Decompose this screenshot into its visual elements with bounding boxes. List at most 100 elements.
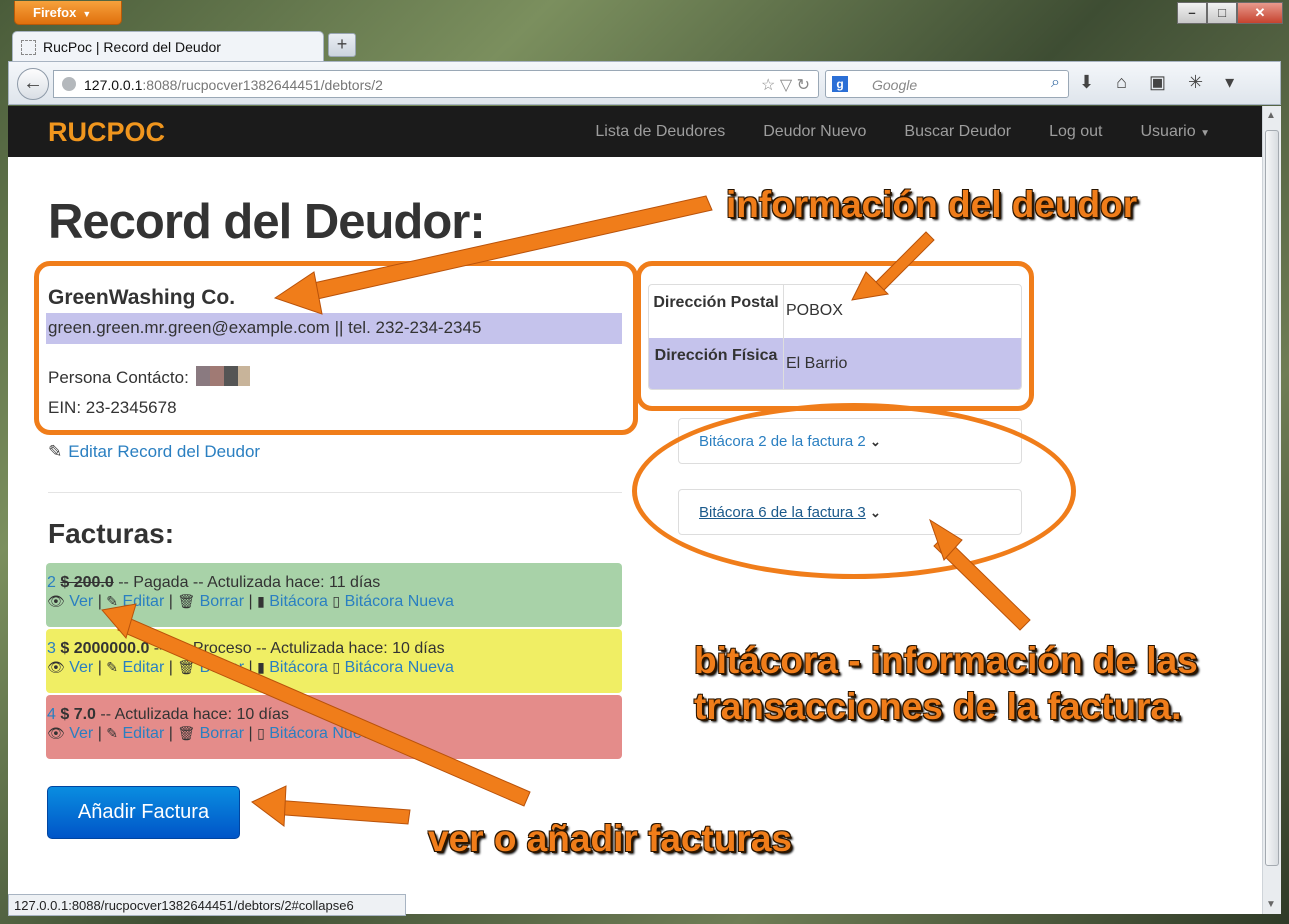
invoice-row: 4 $ 7.0 -- Actulizada hace: 10 días 👁 Ve…	[46, 695, 622, 759]
nav-new-debtor[interactable]: Deudor Nuevo	[763, 123, 866, 141]
eye-icon: 👁	[47, 659, 65, 675]
invoice-amount: $ 200.0	[60, 574, 114, 591]
search-icon[interactable]: ⌕	[1051, 74, 1060, 92]
invoice-number[interactable]: 3	[47, 640, 56, 657]
firefox-menu-label: Firefox	[33, 5, 77, 20]
bookmark-star-icon[interactable]: ☆	[761, 77, 775, 94]
page-title: Record del Deudor:	[48, 195, 486, 249]
edit-icon: ✎	[106, 725, 119, 741]
invoice-actions: 👁 Ver | ✎ Editar | 🗑 Borrar | ▮ Bitácora…	[47, 659, 454, 676]
nav-debtor-list[interactable]: Lista de Deudores	[595, 123, 725, 141]
addon-icon[interactable]: ✳	[1188, 72, 1203, 93]
caret-down-icon: ▼	[1200, 128, 1210, 139]
delete-invoice-link[interactable]: Borrar	[200, 659, 244, 676]
eye-icon: 👁	[47, 725, 65, 741]
book-icon: ▮	[257, 593, 265, 609]
invoice-status: -- Actulizada hace: 10 días	[95, 706, 289, 723]
globe-icon	[62, 77, 76, 91]
invoice-status: -- Pagada -- Actulizada hace: 11 días	[113, 574, 381, 591]
url-bar-tools: ☆ ▽ ↻	[761, 75, 810, 95]
new-log-link[interactable]: Bitácora Nueva	[269, 725, 378, 742]
page-icon	[21, 40, 36, 55]
bookmarks-icon[interactable]: ▣	[1149, 72, 1166, 93]
delete-invoice-link[interactable]: Borrar	[200, 593, 244, 610]
file-icon: ▯	[332, 593, 341, 609]
window-controls: – □ ✕	[1177, 2, 1283, 24]
toolbar-icons: ⬇ ⌂ ▣ ✳ ▾	[1079, 72, 1234, 93]
annotation-ellipse-logs	[632, 403, 1076, 579]
search-bar[interactable]: g Google ⌕	[825, 70, 1069, 98]
delete-invoice-link[interactable]: Borrar	[200, 725, 244, 742]
chevron-down-icon: ▼	[82, 9, 92, 19]
file-icon: ▯	[332, 659, 341, 675]
nav-search-debtor[interactable]: Buscar Deudor	[904, 123, 1011, 141]
reload-icon[interactable]: ↻	[797, 77, 810, 94]
invoice-row: 3 $ 2000000.0 -- En Proceso -- Actulizad…	[46, 629, 622, 693]
annotation-log-info-line1: bitácora - información de las	[694, 640, 1198, 681]
book-icon: ▮	[257, 659, 265, 675]
invoice-actions: 👁 Ver | ✎ Editar | 🗑 Borrar | ▮ Bitácora…	[47, 593, 454, 610]
edit-invoice-link[interactable]: Editar	[122, 659, 164, 676]
new-tab-button[interactable]: +	[328, 33, 356, 57]
new-log-link[interactable]: Bitácora Nueva	[345, 659, 454, 676]
google-icon[interactable]: g	[832, 76, 848, 92]
annotation-box-address	[636, 261, 1034, 411]
edit-icon: ✎	[48, 442, 63, 461]
trash-icon: 🗑	[177, 725, 196, 741]
invoice-actions: 👁 Ver | ✎ Editar | 🗑 Borrar | ▯ Bitácora…	[47, 725, 379, 742]
add-invoice-button[interactable]: Añadir Factura	[47, 786, 240, 839]
url-path: :8088/rucpocver1382644451/debtors/2	[142, 77, 383, 93]
new-log-link[interactable]: Bitácora Nueva	[345, 593, 454, 610]
page-viewport: RUCPOC Lista de Deudores Deudor Nuevo Bu…	[8, 106, 1262, 914]
home-icon[interactable]: ⌂	[1116, 72, 1127, 93]
search-placeholder: Google	[872, 77, 918, 93]
annotation-log-info-line2: transacciones de la factura.	[694, 686, 1182, 727]
dropdown-icon[interactable]: ▽	[780, 77, 792, 94]
edit-invoice-link[interactable]: Editar	[122, 593, 164, 610]
trash-icon: 🗑	[177, 659, 196, 675]
minimize-button[interactable]: –	[1177, 2, 1207, 24]
eye-icon: 👁	[47, 593, 65, 609]
scrollbar[interactable]: ▲ ▼	[1262, 106, 1281, 914]
scrollbar-thumb[interactable]	[1265, 130, 1279, 866]
back-button[interactable]: ←	[17, 68, 49, 100]
firefox-menu-button[interactable]: Firefox ▼	[14, 1, 122, 25]
annotation-box-debtor	[34, 261, 638, 435]
log-link[interactable]: Bitácora	[269, 659, 328, 676]
download-icon[interactable]: ⬇	[1079, 72, 1094, 93]
maximize-button[interactable]: □	[1207, 2, 1237, 24]
invoice-number[interactable]: 2	[47, 574, 56, 591]
invoice-amount: $ 7.0	[60, 706, 96, 723]
nav-links: Lista de Deudores Deudor Nuevo Buscar De…	[595, 123, 1210, 141]
invoice-number[interactable]: 4	[47, 706, 56, 723]
close-window-button[interactable]: ✕	[1237, 2, 1283, 24]
scroll-down-icon[interactable]: ▼	[1266, 899, 1276, 910]
nav-user-label: Usuario	[1140, 123, 1196, 140]
scroll-up-icon[interactable]: ▲	[1266, 110, 1276, 121]
divider	[48, 492, 622, 493]
log-link[interactable]: Bitácora	[269, 593, 328, 610]
edit-invoice-link[interactable]: Editar	[122, 725, 164, 742]
annotation-debtor-info: información del deudor	[726, 184, 1138, 225]
edit-icon: ✎	[106, 659, 119, 675]
invoices-title: Facturas:	[48, 518, 175, 549]
invoice-status: -- En Proceso -- Actulizada hace: 10 día…	[149, 640, 445, 657]
nav-logout[interactable]: Log out	[1049, 123, 1102, 141]
annotation-invoices-info: ver o añadir facturas	[428, 818, 792, 859]
file-icon: ▯	[257, 725, 265, 741]
view-invoice-link[interactable]: Ver	[69, 593, 93, 610]
annotation-log-info: bitácora - información de las transaccio…	[694, 638, 1198, 730]
status-bar: 127.0.0.1:8088/rucpocver1382644451/debto…	[8, 894, 406, 916]
nav-user-dropdown[interactable]: Usuario ▼	[1141, 123, 1211, 141]
site-brand[interactable]: RUCPOC	[48, 117, 165, 148]
url-host: 127.0.0.1	[84, 77, 143, 93]
browser-toolbar: ← 127.0.0.1:8088/rucpocver1382644451/deb…	[8, 61, 1281, 105]
view-invoice-link[interactable]: Ver	[69, 659, 93, 676]
url-bar[interactable]: 127.0.0.1:8088/rucpocver1382644451/debto…	[53, 70, 819, 98]
browser-tab[interactable]: RucPoc | Record del Deudor	[12, 31, 324, 61]
menu-chevron-icon[interactable]: ▾	[1225, 72, 1234, 93]
invoice-amount: $ 2000000.0	[60, 640, 150, 657]
view-invoice-link[interactable]: Ver	[69, 725, 93, 742]
edit-debtor-link[interactable]: ✎ Editar Record del Deudor	[48, 442, 260, 462]
invoice-row: 2 $ 200.0 -- Pagada -- Actulizada hace: …	[46, 563, 622, 627]
